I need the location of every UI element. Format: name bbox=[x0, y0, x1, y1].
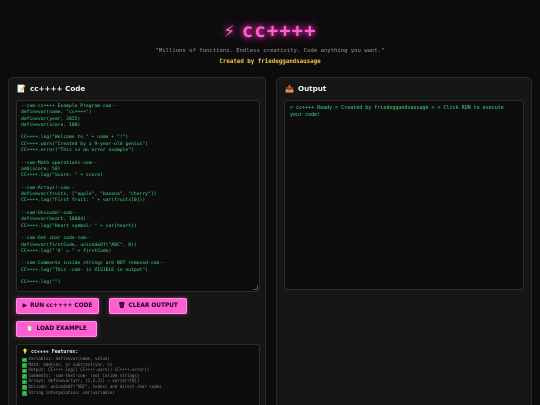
header: ⚡ cc++++ "Millions of functions. Endless … bbox=[0, 0, 540, 72]
output-text: > cc++++ Ready > Created by friedeggands… bbox=[290, 105, 504, 118]
lightbulb-icon: 💡 bbox=[22, 349, 29, 355]
feature-text: Math: add(var, n) subtract(var, n) bbox=[28, 361, 113, 367]
run-code-label: RUN cc++++ CODE bbox=[30, 303, 93, 309]
feature-text: Variables: definevar(name, value) bbox=[28, 356, 110, 361]
code-line: CC++++.log("") bbox=[21, 280, 61, 286]
memo-icon: 📝 bbox=[17, 84, 26, 93]
feature-text: String interpolation: var(variable) bbox=[28, 389, 115, 395]
lightning-icon: ⚡ bbox=[223, 20, 236, 42]
output-panel: 📤 Output > cc++++ Ready > Created by frie… bbox=[276, 77, 532, 405]
run-code-button[interactable]: ▶ RUN cc++++ CODE bbox=[16, 298, 99, 314]
features-title-text: cc++++ Features: bbox=[31, 349, 79, 355]
feature-text: Comments: -com-text-com- (not inside str… bbox=[28, 372, 140, 378]
author-credit: Created by friedeggandsausage bbox=[219, 59, 321, 65]
features-title: 💡 cc++++ Features: bbox=[22, 349, 254, 356]
play-icon: ▶ bbox=[22, 303, 28, 309]
load-example-button[interactable]: 📋 LOAD EXAMPLE bbox=[16, 321, 97, 337]
features-box: 💡 cc++++ Features: ✓ Variables: definevar… bbox=[16, 344, 260, 405]
app-title: ⚡ cc++++ bbox=[0, 20, 540, 42]
app-title-text: cc++++ bbox=[241, 20, 317, 42]
feature-text: Unicode: unicodeOf("ABC", index) and dir… bbox=[28, 383, 162, 389]
code-panel: 📝 cc++++ Code --com-cc++++ Example Progra… bbox=[8, 77, 266, 405]
output-console: > cc++++ Ready > Created by friedeggands… bbox=[284, 100, 524, 290]
trash-icon: 🗑 bbox=[118, 303, 126, 309]
code-panel-title: 📝 cc++++ Code bbox=[17, 84, 85, 93]
tagline: "Millions of functions. Endless creativi… bbox=[155, 48, 385, 54]
feature-text: Arrays: definevar(arr, [1,2,3]) → var(ar… bbox=[28, 378, 140, 384]
output-panel-title: 📤 Output bbox=[285, 84, 326, 93]
output-panel-title-text: Output bbox=[297, 84, 327, 93]
clipboard-icon: 📋 bbox=[26, 326, 34, 332]
load-example-label: LOAD EXAMPLE bbox=[36, 326, 87, 332]
checkmark-icon: ✓ bbox=[22, 391, 27, 396]
outbox-icon: 📤 bbox=[285, 84, 294, 93]
code-panel-title-text: cc++++ Code bbox=[29, 84, 86, 93]
feature-item: ✓ String interpolation: var(variable) bbox=[22, 390, 254, 396]
clear-output-label: CLEAR OUTPUT bbox=[128, 303, 178, 309]
feature-text: Output: CC++++.log() CC++++.warn() CC+++… bbox=[28, 367, 150, 373]
code-editor[interactable]: --com-cc++++ Example Program-com-- define… bbox=[16, 100, 260, 292]
clear-output-button[interactable]: 🗑 CLEAR OUTPUT bbox=[109, 298, 187, 314]
resize-handle[interactable] bbox=[253, 285, 258, 290]
